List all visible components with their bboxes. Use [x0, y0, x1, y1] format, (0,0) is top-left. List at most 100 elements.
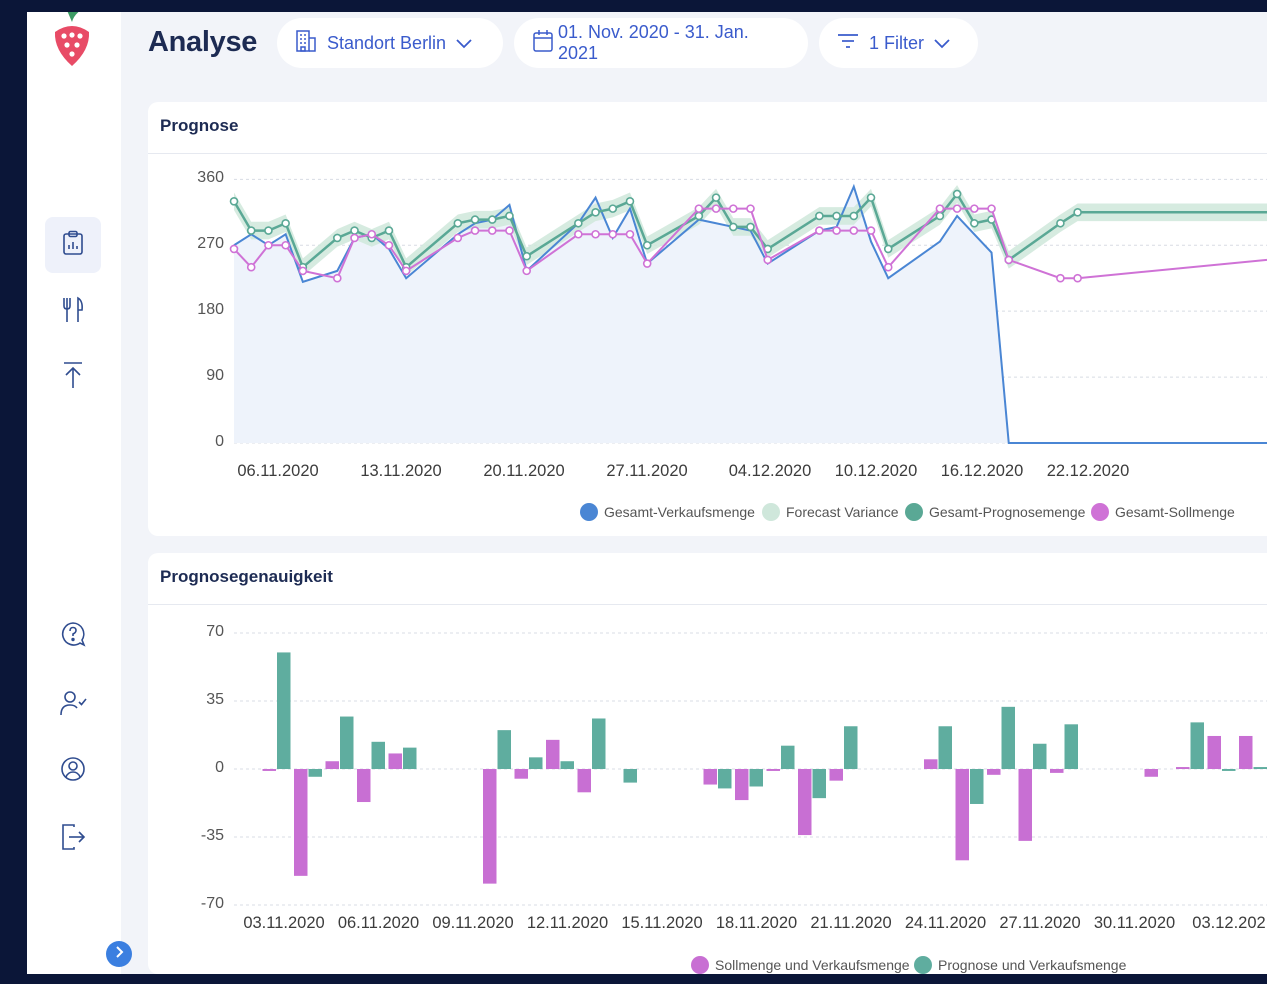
filter-button[interactable]: 1 Filter [819, 18, 978, 68]
legend-label: Prognose und Verkaufsmenge [938, 957, 1127, 973]
legend-swatch [1091, 503, 1109, 521]
legend-swatch [914, 956, 932, 974]
forecast-diff-bar [812, 769, 826, 799]
sidebar-item-upload[interactable] [45, 349, 101, 405]
forecast-diff-bar [1253, 767, 1267, 769]
forecast-diff-bar [529, 757, 543, 769]
forecast-point [832, 211, 841, 221]
sidebar [27, 12, 121, 974]
target-point [815, 226, 824, 235]
date-range-picker[interactable]: 01. Nov. 2020 - 31. Jan. 2021 [514, 18, 808, 68]
forecast-point [470, 215, 480, 224]
target-diff-bar [798, 769, 812, 836]
target-point [298, 266, 308, 276]
target-point [591, 229, 600, 239]
forecast-diff-bar [1001, 706, 1015, 769]
forecast-diff-bar [844, 726, 858, 769]
forecast-point [591, 207, 600, 217]
upload-icon [61, 361, 85, 394]
account-icon [60, 756, 86, 787]
target-diff-bar [577, 769, 591, 793]
target-point [505, 226, 514, 235]
forecast-diff-bar [1033, 743, 1047, 769]
target-diff-bar [735, 769, 749, 801]
forecast-point [1073, 207, 1082, 217]
forecast-point [935, 211, 945, 221]
target-point [229, 244, 239, 254]
chevron-down-icon [456, 33, 472, 54]
accuracy-chart-card: Prognosegenauigkeit 70 35 0 -35 -70 03.11.20… [148, 553, 1267, 974]
forecast-point [522, 251, 531, 261]
forecast-point [281, 218, 290, 228]
target-point [694, 204, 704, 213]
sidebar-item-help[interactable] [45, 608, 101, 664]
forecast-diff-bar [277, 652, 291, 769]
forecast-diff-bar [938, 726, 952, 769]
page-title: Analyse [148, 26, 258, 58]
app-frame: Analyse Standort Berlin 01. Nov. 2020 - … [27, 12, 1267, 974]
target-point [1056, 273, 1065, 283]
filter-label: 1 Filter [869, 32, 925, 53]
forecast-point [952, 189, 962, 199]
legend-item: Gesamt-Prognosemenge [905, 503, 1085, 521]
target-point [522, 266, 531, 276]
app-logo[interactable] [52, 12, 92, 74]
forecast-diff-bar [497, 730, 511, 769]
legend-label: Forecast Variance [786, 504, 899, 520]
sidebar-item-analytics[interactable] [45, 217, 101, 273]
target-point [625, 229, 635, 239]
forecast-diff-bar [749, 769, 763, 787]
analytics-icon [62, 230, 84, 261]
legend-item: Gesamt-Verkaufsmenge [580, 503, 755, 521]
forecast-point [625, 196, 635, 206]
legend-label: Sollmenge und Verkaufsmenge [715, 957, 910, 973]
expand-sidebar-button[interactable] [106, 941, 132, 967]
target-diff-bar [388, 753, 402, 769]
forecast-point [694, 211, 704, 221]
forecast-point [728, 222, 738, 232]
forecast-diff-bar [1064, 724, 1078, 769]
sidebar-item-user-check[interactable] [45, 677, 101, 733]
forecast-diff-bar [592, 718, 606, 769]
legend-label: Gesamt-Prognosemenge [929, 504, 1086, 520]
legend-swatch [905, 503, 923, 521]
forecast-diff-bar [1222, 769, 1236, 771]
forecast-diff-bar [718, 769, 732, 789]
forecast-diff-bar [340, 716, 354, 769]
target-point [1004, 255, 1014, 265]
target-diff-bar [325, 761, 339, 769]
forecast-point [264, 226, 273, 235]
legend-swatch [762, 503, 780, 521]
calendar-icon [532, 29, 554, 58]
target-point [350, 233, 359, 243]
forecast-point [1056, 218, 1065, 228]
target-point [453, 233, 463, 243]
target-diff-bar [514, 769, 528, 779]
forecast-diff-bar [371, 741, 385, 769]
forecast-diff-bar [1190, 722, 1204, 769]
target-point [401, 266, 411, 276]
legend-item: Sollmenge und Verkaufsmenge [691, 956, 910, 974]
target-point [728, 204, 738, 213]
target-point [763, 255, 773, 265]
forecast-diff-bar [308, 769, 322, 777]
target-diff-bar [1207, 735, 1221, 769]
legend-label: Gesamt-Verkaufsmenge [604, 504, 755, 520]
legend-item: Forecast Variance [762, 503, 899, 521]
target-diff-bar [483, 769, 497, 884]
forecast-chart-card: Prognose 0 90 180 270 360 06.11.2020 13.11.20… [148, 102, 1267, 536]
sidebar-item-logout[interactable] [45, 811, 101, 867]
target-diff-bar [1176, 767, 1190, 769]
forecast-point [849, 211, 859, 221]
forecast-point [350, 226, 359, 235]
forecast-diff-bar [781, 745, 795, 769]
forecast-line-chart [229, 178, 1267, 444]
target-diff-bar [829, 769, 843, 781]
target-diff-bar [1018, 769, 1032, 841]
sidebar-item-menu[interactable] [45, 284, 101, 340]
target-point [987, 204, 996, 213]
sidebar-item-account[interactable] [45, 743, 101, 799]
legend-swatch [691, 956, 709, 974]
target-point [866, 226, 876, 235]
location-dropdown[interactable]: Standort Berlin [277, 18, 503, 68]
